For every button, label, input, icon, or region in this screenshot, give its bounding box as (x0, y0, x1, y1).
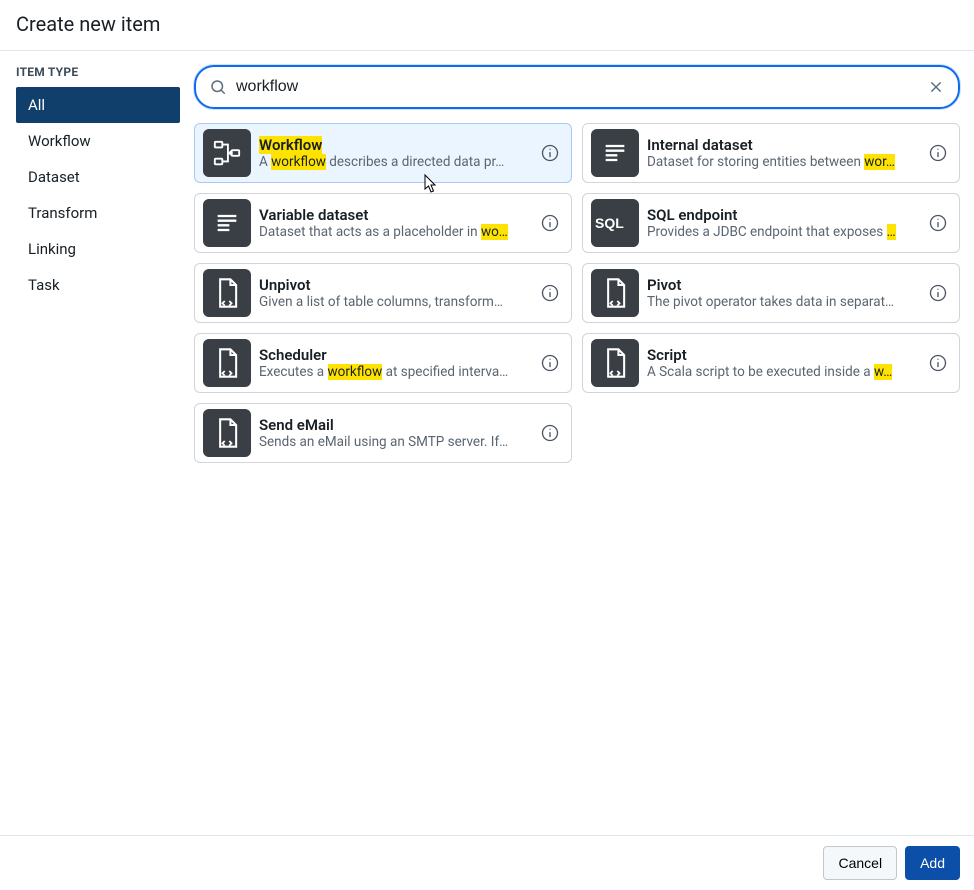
item-card-title: SQL endpoint (647, 206, 917, 224)
file-code-icon (203, 409, 251, 457)
item-card-title: Script (647, 346, 917, 364)
rows-icon (591, 129, 639, 177)
item-card-script[interactable]: ScriptA Scala script to be executed insi… (582, 333, 960, 393)
item-card-send-email[interactable]: Send eMailSends an eMail using an SMTP s… (194, 403, 572, 463)
item-card-title: Unpivot (259, 276, 529, 294)
sidebar-heading: ITEM TYPE (16, 65, 180, 79)
item-card-description: Dataset that acts as a placeholder in wo… (259, 224, 529, 240)
sidebar-item-all[interactable]: All (16, 87, 180, 123)
info-icon[interactable] (925, 280, 951, 306)
dialog-footer: Cancel Add (0, 835, 974, 890)
item-card-workflow[interactable]: WorkflowA workflow describes a directed … (194, 123, 572, 183)
rows-icon (203, 199, 251, 247)
item-card-description: A Scala script to be executed inside a w… (647, 364, 917, 380)
item-card-description: A workflow describes a directed data pr… (259, 154, 529, 170)
info-icon[interactable] (537, 280, 563, 306)
info-icon[interactable] (925, 210, 951, 236)
item-cards-grid: WorkflowA workflow describes a directed … (194, 123, 960, 463)
file-code-icon (203, 339, 251, 387)
file-code-icon (591, 269, 639, 317)
item-card-description: Provides a JDBC endpoint that exposes … (647, 224, 917, 240)
search-icon (208, 77, 228, 97)
item-card-title: Workflow (259, 136, 529, 154)
search-container (194, 65, 960, 109)
add-button[interactable]: Add (905, 846, 960, 880)
info-icon[interactable] (537, 350, 563, 376)
item-card-description: The pivot operator takes data in separat… (647, 294, 917, 310)
file-code-icon (591, 339, 639, 387)
search-input[interactable] (228, 67, 926, 107)
item-card-title: Internal dataset (647, 136, 917, 154)
clear-search-button[interactable] (926, 77, 946, 97)
info-icon[interactable] (537, 420, 563, 446)
item-card-title: Send eMail (259, 416, 529, 434)
item-card-description: Sends an eMail using an SMTP server. If… (259, 434, 529, 450)
info-icon[interactable] (925, 140, 951, 166)
sql-icon: SQL (591, 199, 639, 247)
sidebar-item-dataset[interactable]: Dataset (16, 159, 180, 195)
item-card-internal-dataset[interactable]: Internal datasetDataset for storing enti… (582, 123, 960, 183)
item-card-description: Dataset for storing entities between wor… (647, 154, 917, 170)
sidebar-item-transform[interactable]: Transform (16, 195, 180, 231)
sidebar-item-linking[interactable]: Linking (16, 231, 180, 267)
sidebar-item-workflow[interactable]: Workflow (16, 123, 180, 159)
cancel-button[interactable]: Cancel (823, 846, 897, 880)
item-card-sql-endpoint[interactable]: SQL SQL endpointProvides a JDBC endpoint … (582, 193, 960, 253)
item-card-title: Pivot (647, 276, 917, 294)
dialog-header: Create new item (0, 0, 974, 51)
item-card-unpivot[interactable]: UnpivotGiven a list of table columns, tr… (194, 263, 572, 323)
workflow-icon (203, 129, 251, 177)
file-code-icon (203, 269, 251, 317)
info-icon[interactable] (925, 350, 951, 376)
item-card-description: Executes a workflow at specified interva… (259, 364, 529, 380)
info-icon[interactable] (537, 210, 563, 236)
item-card-variable-dataset[interactable]: Variable datasetDataset that acts as a p… (194, 193, 572, 253)
item-card-scheduler[interactable]: SchedulerExecutes a workflow at specifie… (194, 333, 572, 393)
item-type-sidebar: ITEM TYPE AllWorkflowDatasetTransformLin… (0, 51, 180, 835)
item-card-description: Given a list of table columns, transform… (259, 294, 529, 310)
item-card-pivot[interactable]: PivotThe pivot operator takes data in se… (582, 263, 960, 323)
info-icon[interactable] (537, 140, 563, 166)
svg-text:SQL: SQL (595, 215, 624, 231)
item-card-title: Variable dataset (259, 206, 529, 224)
item-card-title: Scheduler (259, 346, 529, 364)
dialog-title: Create new item (16, 12, 958, 36)
sidebar-item-task[interactable]: Task (16, 267, 180, 303)
